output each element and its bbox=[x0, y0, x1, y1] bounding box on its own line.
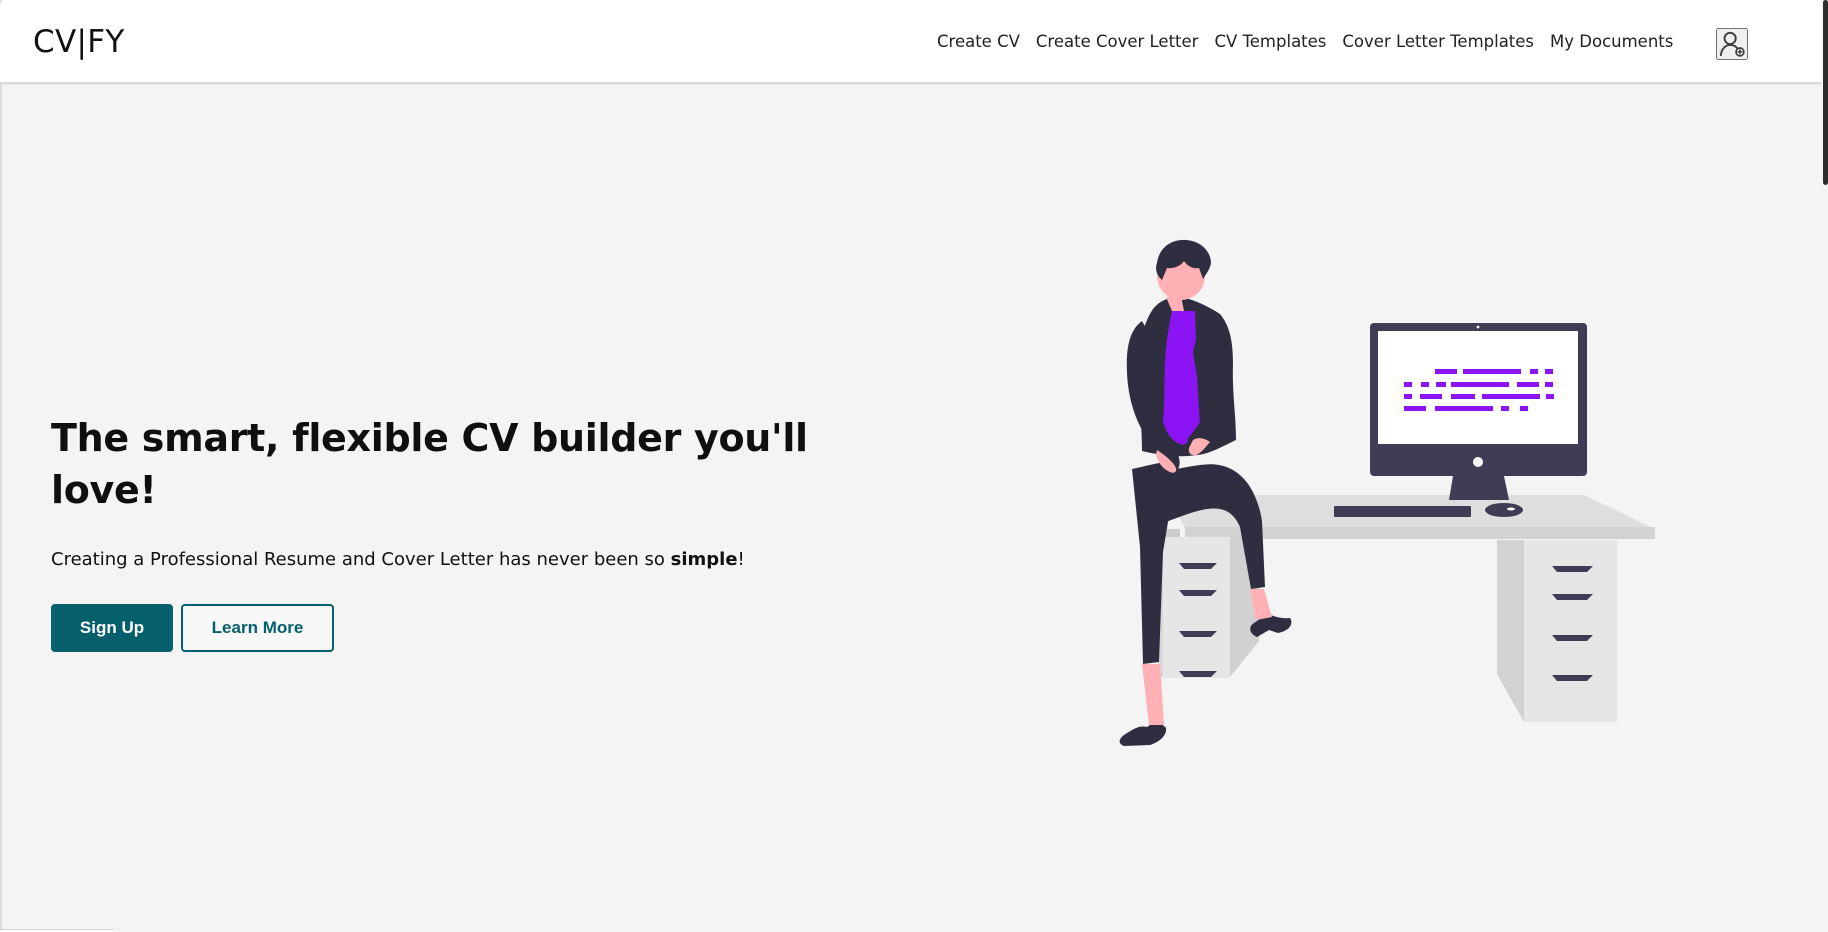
monitor-stand-illustration bbox=[1449, 476, 1509, 500]
right-drawer-side-illustration bbox=[1497, 540, 1524, 722]
right-drawer-handle-4-illustration bbox=[1552, 675, 1593, 681]
left-drawer-front-illustration bbox=[1163, 537, 1230, 678]
sign-up-button[interactable]: Sign Up bbox=[51, 604, 173, 652]
mouse-button-illustration bbox=[1507, 507, 1515, 511]
brand-logo[interactable]: CV|FY bbox=[33, 23, 125, 61]
keyboard-illustration bbox=[1334, 506, 1471, 517]
page-scrollbar-thumb[interactable] bbox=[1823, 0, 1828, 185]
left-drawer-handle-1-illustration bbox=[1179, 563, 1217, 569]
hero-description-text: Creating a Professional Resume and Cover… bbox=[51, 549, 671, 570]
person-shirt-illustration bbox=[1163, 311, 1200, 445]
user-account-button[interactable] bbox=[1716, 28, 1748, 60]
monitor-screen-illustration bbox=[1378, 331, 1578, 444]
right-drawer-handle-1-illustration bbox=[1552, 566, 1593, 572]
person-left-shoe-illustration bbox=[1119, 723, 1167, 746]
monitor-power-button-illustration bbox=[1473, 457, 1483, 467]
left-drawer-handle-3-illustration bbox=[1179, 631, 1217, 637]
learn-more-button[interactable]: Learn More bbox=[181, 604, 334, 652]
person-with-computer-illustration bbox=[1119, 239, 1655, 746]
navbar: CV|FY Create CV Create Cover Letter CV T… bbox=[0, 3, 1828, 84]
hero-description: Creating a Professional Resume and Cover… bbox=[51, 547, 881, 573]
page-scrollbar[interactable] bbox=[1821, 0, 1828, 932]
monitor-camera-illustration bbox=[1476, 325, 1480, 329]
left-drawer-handle-2-illustration bbox=[1179, 590, 1217, 596]
nav-link-create-cover-letter[interactable]: Create Cover Letter bbox=[1036, 31, 1199, 53]
nav-link-cover-letter-templates[interactable]: Cover Letter Templates bbox=[1342, 31, 1534, 53]
nav-link-create-cv[interactable]: Create CV bbox=[937, 31, 1020, 53]
landing-page: CV|FY Create CV Create Cover Letter CV T… bbox=[0, 0, 1828, 932]
mouse-illustration bbox=[1485, 503, 1523, 517]
main-navigation: Create CV Create Cover Letter CV Templat… bbox=[937, 31, 1673, 53]
hero-title: The smart, flexible CV builder you'll lo… bbox=[51, 416, 808, 512]
left-frame-line bbox=[0, 0, 2, 932]
right-drawer-handle-2-illustration bbox=[1552, 594, 1593, 600]
nav-link-cv-templates[interactable]: CV Templates bbox=[1214, 31, 1326, 53]
hero-description-emphasis: simple bbox=[670, 549, 738, 570]
hero-description-punctuation: ! bbox=[737, 549, 745, 570]
user-add-icon bbox=[1719, 31, 1745, 57]
left-drawer-handle-4-illustration bbox=[1179, 671, 1217, 677]
hero-section: The smart, flexible CV builder you'll lo… bbox=[51, 412, 881, 652]
hero-actions: Sign Up Learn More bbox=[51, 604, 881, 652]
nav-link-my-documents[interactable]: My Documents bbox=[1550, 31, 1673, 53]
right-drawer-handle-3-illustration bbox=[1552, 635, 1593, 641]
